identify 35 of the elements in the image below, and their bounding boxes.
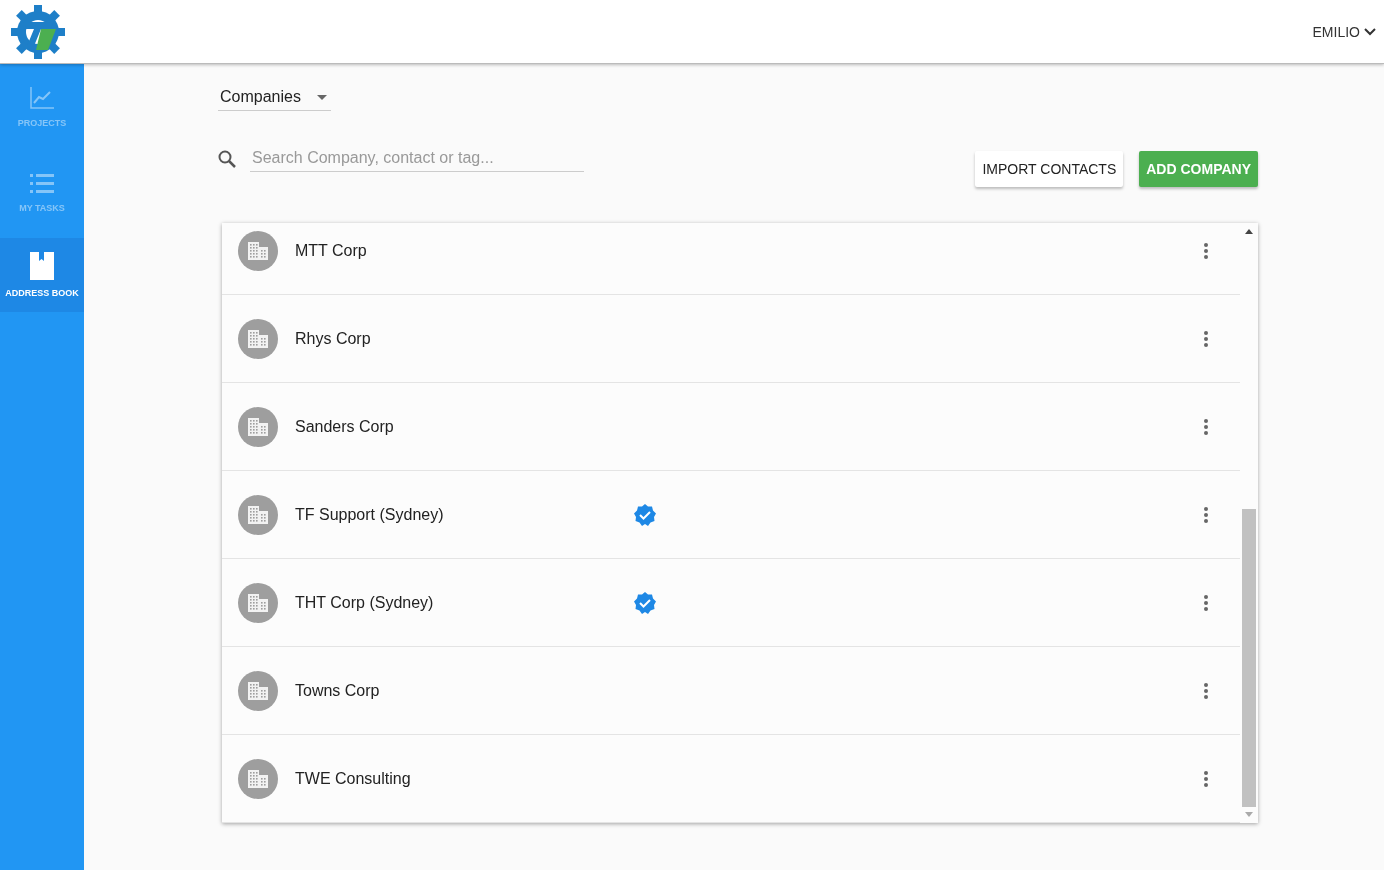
building-avatar-icon (238, 758, 278, 799)
building-avatar-icon (238, 230, 278, 271)
sidebar-nav-item[interactable]: ADDRESS BOOK (0, 238, 84, 312)
building-avatar-icon (238, 582, 278, 623)
scroll-up-arrow-icon[interactable] (1245, 229, 1253, 234)
search-field[interactable]: Search Company, contact or tag... (250, 145, 584, 172)
company-name[interactable]: TWE Consulting (295, 769, 633, 788)
bookmark-book-icon (30, 252, 54, 280)
list-icon (30, 173, 54, 195)
scrollbar-thumb[interactable] (1242, 509, 1256, 807)
action-button[interactable]: IMPORT CONTACTS (975, 151, 1124, 187)
more-options-button[interactable] (1204, 242, 1208, 259)
company-name[interactable]: Sanders Corp (295, 417, 633, 436)
building-avatar-icon (238, 318, 278, 359)
more-options-button[interactable] (1204, 418, 1208, 435)
company-name[interactable]: Rhys Corp (295, 329, 633, 348)
company-name[interactable]: TF Support (Sydney) (295, 505, 633, 524)
line-chart-icon (29, 86, 55, 110)
chevron-down-icon (1364, 27, 1376, 36)
gear-logo (10, 3, 66, 60)
dropdown-caret-icon (316, 94, 327, 100)
more-options-button[interactable] (1204, 682, 1208, 699)
more-options-button[interactable] (1204, 330, 1208, 347)
filter-dropdown[interactable]: Companies (218, 84, 331, 111)
user-menu[interactable]: EMILIO (1312, 23, 1376, 40)
more-options-button[interactable] (1204, 770, 1208, 787)
building-avatar-icon (238, 670, 278, 711)
company-name[interactable]: Towns Corp (295, 681, 633, 700)
building-avatar-icon (238, 494, 278, 535)
more-options-button[interactable] (1204, 594, 1208, 611)
building-avatar-icon (238, 406, 278, 447)
company-name[interactable]: MTT Corp (295, 241, 633, 260)
search-icon (218, 149, 236, 168)
more-options-button[interactable] (1204, 506, 1208, 523)
company-name[interactable]: THT Corp (Sydney) (295, 593, 633, 612)
